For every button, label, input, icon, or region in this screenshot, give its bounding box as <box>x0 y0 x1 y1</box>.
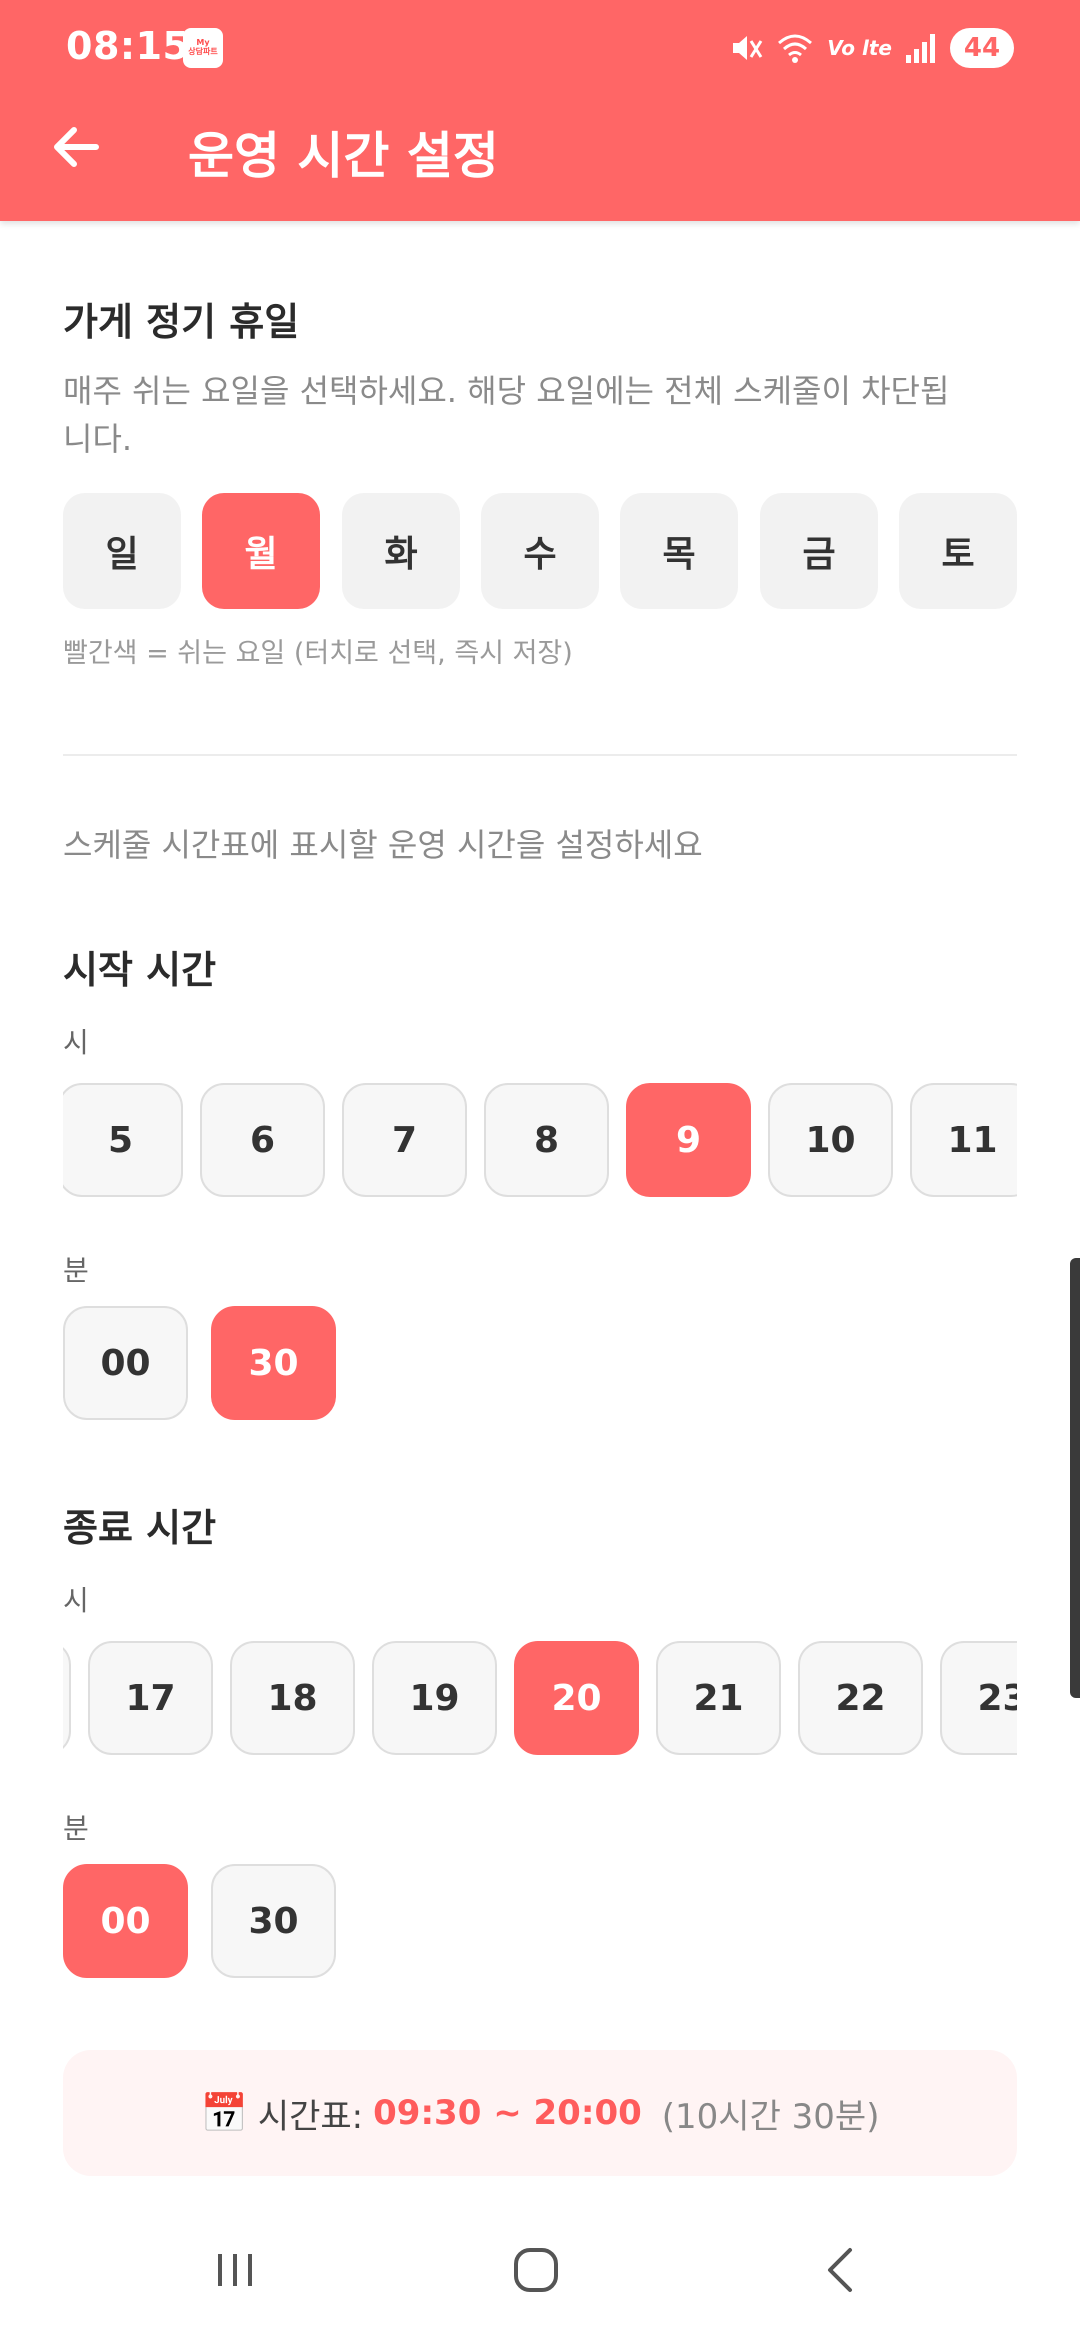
status-time: 08:15 <box>66 24 190 68</box>
mute-icon <box>729 31 763 65</box>
hour-chip[interactable]: 18 <box>230 1641 355 1755</box>
arrow-left-icon <box>54 127 99 167</box>
hour-chip[interactable]: 23 <box>940 1641 1017 1755</box>
hour-chip[interactable]: 8 <box>484 1083 609 1197</box>
end-hour-label: 시 <box>63 1584 89 1617</box>
hour-chip[interactable]: 20 <box>514 1641 639 1755</box>
back-button[interactable] <box>40 112 110 182</box>
end-time-title: 종료 시간 <box>63 1506 217 1550</box>
status-icons: Vo lte 44 <box>729 26 1014 70</box>
holiday-hint: 빨간색 = 쉬는 요일 (터치로 선택, 즉시 저장) <box>63 638 573 669</box>
hour-chip[interactable]: 16 <box>63 1641 71 1755</box>
start-minute-label: 분 <box>63 1254 89 1287</box>
home-button[interactable] <box>496 2230 576 2310</box>
app-header: 08:15 My 상담파트 Vo lte 44 운영 시간 설정 <box>0 0 1080 221</box>
hour-chip[interactable]: 17 <box>88 1641 213 1755</box>
start-time-title: 시작 시간 <box>63 948 217 992</box>
weekday-button[interactable]: 목 <box>620 493 738 609</box>
holiday-description: 매주 쉬는 요일을 선택하세요. 해당 요일에는 전체 스케줄이 차단됩니다. <box>63 372 950 458</box>
hour-chip[interactable]: 11 <box>910 1083 1017 1197</box>
calendar-icon: 📅 <box>200 2090 248 2135</box>
chevron-left-icon <box>828 2248 852 2292</box>
holiday-section-title: 가게 정기 휴일 <box>63 300 300 344</box>
schedule-summary: 📅 시간표: 09:30 ~ 20:00 (10시간 30분) <box>63 2050 1017 2176</box>
hour-chip[interactable]: 7 <box>342 1083 467 1197</box>
app-root: 08:15 My 상담파트 Vo lte 44 운영 시간 설정 가게 정기 휴… <box>0 0 1080 2340</box>
end-minute-label: 분 <box>63 1812 89 1845</box>
hour-chip[interactable]: 21 <box>656 1641 781 1755</box>
start-hour-label: 시 <box>63 1026 89 1059</box>
minute-chip[interactable]: 00 <box>63 1864 188 1978</box>
weekday-button[interactable]: 월 <box>202 493 320 609</box>
summary-label: 시간표: <box>257 2096 364 2137</box>
summary-range: 09:30 ~ 20:00 <box>373 2093 642 2133</box>
minute-chip[interactable]: 30 <box>211 1306 336 1420</box>
section-divider <box>63 754 1017 756</box>
hour-chip[interactable]: 5 <box>63 1083 183 1197</box>
weekday-selector: 일월화수목금토 <box>63 493 1017 609</box>
status-bar: 08:15 My 상담파트 Vo lte 44 <box>0 0 1080 100</box>
hours-intro: 스케줄 시간표에 표시할 운영 시간을 설정하세요 <box>63 826 703 864</box>
start-minute-selector: 00 30 <box>63 1306 1017 1424</box>
hour-chip[interactable]: 10 <box>768 1083 893 1197</box>
home-icon <box>514 2248 558 2292</box>
weekday-button[interactable]: 금 <box>760 493 878 609</box>
end-minute-selector: 00 30 <box>63 1864 1017 1982</box>
system-back-button[interactable] <box>800 2230 880 2310</box>
minute-chip[interactable]: 30 <box>211 1864 336 1978</box>
signal-icon <box>904 31 938 65</box>
weekday-button[interactable]: 수 <box>481 493 599 609</box>
recent-apps-icon <box>218 2254 252 2286</box>
hour-chip[interactable]: 6 <box>200 1083 325 1197</box>
system-nav-bar <box>0 2200 1080 2340</box>
app-badge-line2: 상담파트 <box>188 47 218 56</box>
summary-duration: (10시간 30분) <box>661 2096 880 2137</box>
recent-apps-button[interactable] <box>195 2230 275 2310</box>
weekday-button[interactable]: 일 <box>63 493 181 609</box>
wifi-icon <box>775 31 815 65</box>
hour-chip[interactable]: 19 <box>372 1641 497 1755</box>
start-hour-selector[interactable]: 5 6 7 8 9 10 11 <box>63 1083 1017 1201</box>
minute-chip[interactable]: 00 <box>63 1306 188 1420</box>
weekday-button[interactable]: 토 <box>899 493 1017 609</box>
hour-chip[interactable]: 22 <box>798 1641 923 1755</box>
volte-indicator: Vo lte <box>827 36 892 60</box>
end-hour-selector[interactable]: 1617181920212223 <box>63 1641 1017 1759</box>
hour-chip[interactable]: 9 <box>626 1083 751 1197</box>
weekday-button[interactable]: 화 <box>342 493 460 609</box>
battery-indicator: 44 <box>950 28 1014 68</box>
page-title: 운영 시간 설정 <box>188 127 499 185</box>
app-notification-icon: My 상담파트 <box>183 28 223 68</box>
scrollbar-thumb[interactable] <box>1070 1258 1080 1698</box>
